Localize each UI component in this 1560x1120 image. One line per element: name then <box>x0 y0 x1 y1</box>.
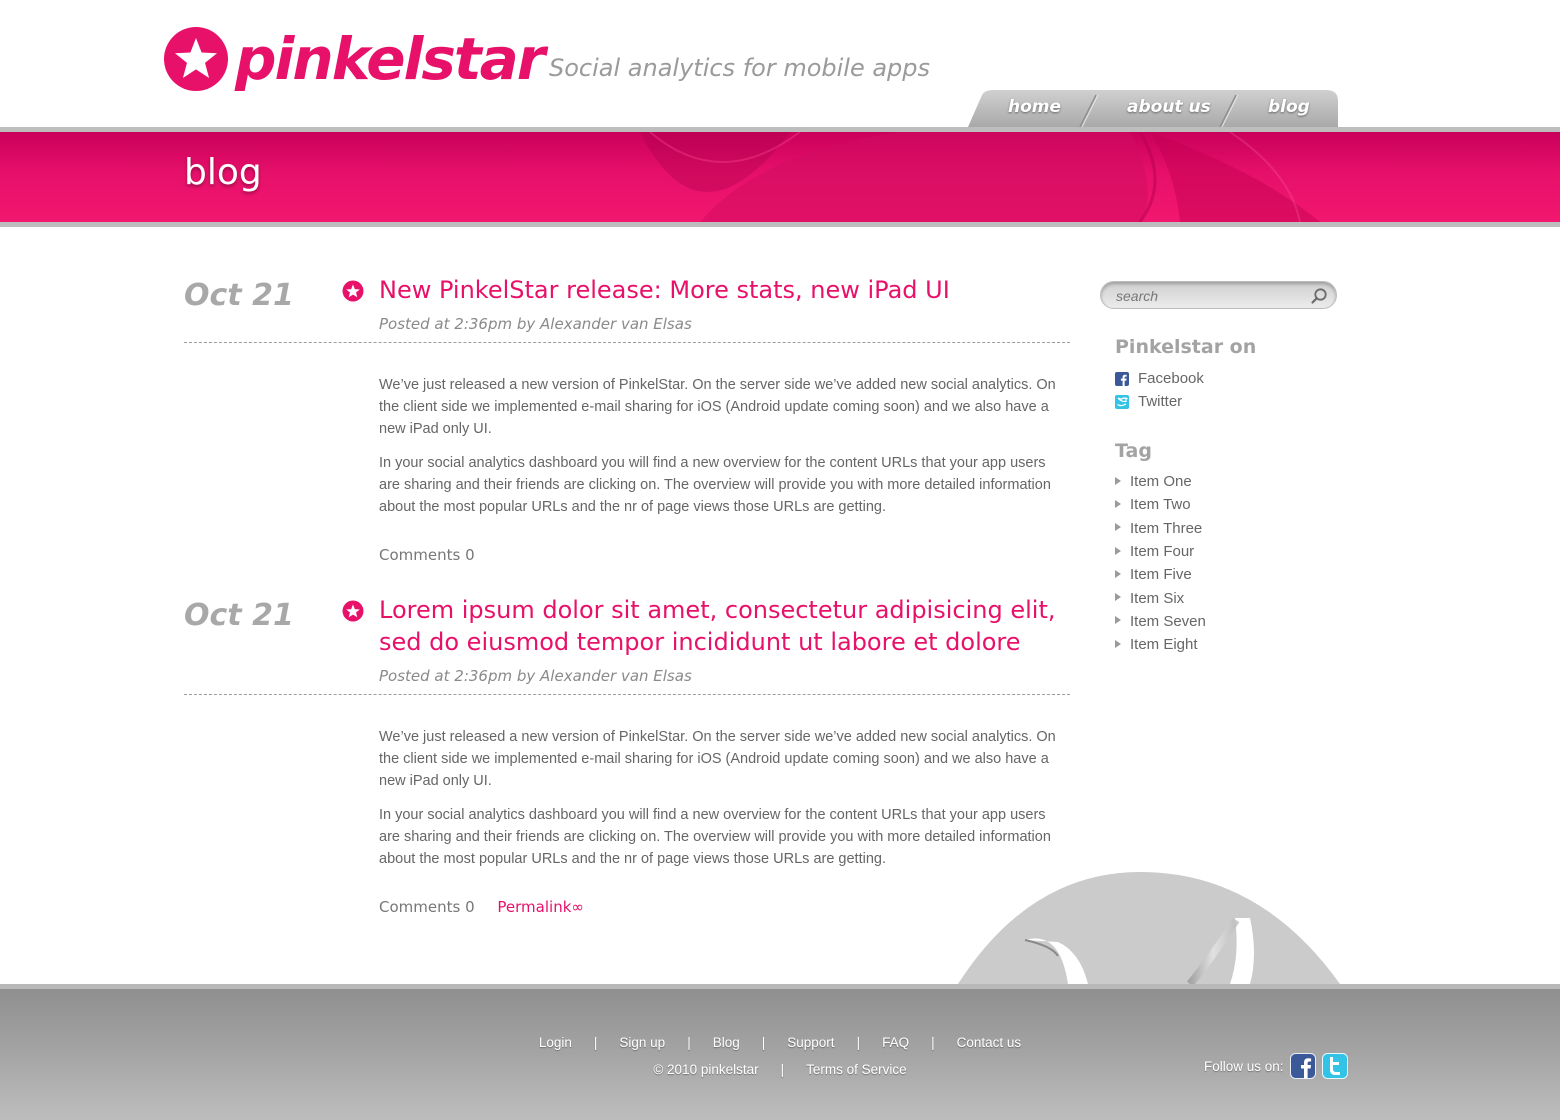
post-date: Oct 21 <box>184 278 294 313</box>
social-link-facebook[interactable]: Facebook <box>1115 367 1204 390</box>
arrow-right-icon <box>1115 569 1121 578</box>
footer-link-support[interactable]: Support <box>787 1035 834 1050</box>
nav-blog[interactable]: blog <box>1268 97 1310 117</box>
social-label: Facebook <box>1138 370 1204 387</box>
facebook-icon[interactable] <box>1289 1053 1316 1079</box>
page-title: blog <box>184 152 262 193</box>
tag-item[interactable]: Item Seven <box>1115 610 1206 633</box>
post-divider <box>184 342 1070 343</box>
footer-separator: | <box>780 1062 785 1077</box>
post-body: We’ve just released a new version of Pin… <box>379 374 1069 530</box>
header: pinkelstar Social analytics for mobile a… <box>0 0 1560 128</box>
follow-label: Follow us on: <box>1204 1058 1284 1074</box>
follow-us: Follow us on: <box>1204 1053 1348 1079</box>
arrow-right-icon <box>1115 639 1121 648</box>
footer-link-terms[interactable]: Terms of Service <box>806 1062 907 1077</box>
arrow-right-icon <box>1115 593 1121 602</box>
tag-item[interactable]: Item Four <box>1115 540 1206 563</box>
footer-separator: | <box>931 1035 935 1050</box>
social-list: Facebook Twitter <box>1115 367 1204 413</box>
decorative-star-arc <box>958 872 1340 984</box>
banner-bottom-border <box>0 222 1560 227</box>
tag-label: Item Two <box>1130 496 1191 514</box>
post-meta: Posted at 2:36pm by Alexander van Elsas <box>379 315 692 333</box>
post-title-link[interactable]: New PinkelStar release: More stats, new … <box>379 274 1069 306</box>
post-star-icon <box>342 280 364 302</box>
main-nav: home about us blog <box>968 89 1340 129</box>
tag-item[interactable]: Item Two <box>1115 493 1206 516</box>
permalink-link[interactable]: Permalink∞ <box>497 898 583 916</box>
twitter-icon <box>1115 394 1129 409</box>
footer-link-contact-us[interactable]: Contact us <box>957 1035 1022 1050</box>
arrow-right-icon <box>1115 476 1121 485</box>
logo-wordmark: pinkelstar <box>235 25 545 93</box>
facebook-icon <box>1115 371 1129 386</box>
footer-link-faq[interactable]: FAQ <box>882 1035 909 1050</box>
tag-label: Item Five <box>1130 566 1192 584</box>
arrow-right-icon <box>1115 616 1121 625</box>
site-tagline: Social analytics for mobile apps <box>549 54 931 82</box>
comments-link[interactable]: Comments 0 <box>379 898 475 916</box>
footer-separator: | <box>761 1035 766 1050</box>
post-paragraph: We’ve just released a new version of Pin… <box>379 729 1056 789</box>
social-link-twitter[interactable]: Twitter <box>1115 390 1204 413</box>
tag-label: Item Three <box>1130 519 1203 537</box>
tag-item[interactable]: Item Eight <box>1115 633 1206 656</box>
nav-about-us[interactable]: about us <box>1127 97 1211 117</box>
tag-label: Item Six <box>1130 589 1185 607</box>
search-input[interactable] <box>1116 286 1306 306</box>
arrow-right-icon <box>1115 499 1121 508</box>
search-icon[interactable] <box>1309 286 1329 306</box>
copyright-text: © 2010 pinkelstar <box>653 1062 759 1077</box>
comments-link[interactable]: Comments 0 <box>379 546 475 564</box>
search-box <box>1100 281 1337 309</box>
post-divider <box>184 694 1070 695</box>
tag-list: Item One Item Two Item Three Item Four I… <box>1115 470 1206 656</box>
footer-separator: | <box>856 1035 861 1050</box>
social-heading: Pinkelstar on <box>1115 336 1257 358</box>
tag-label: Item Seven <box>1130 612 1206 630</box>
blog-post: Oct 21 Lorem ipsum dolor sit amet, conse… <box>184 596 1070 928</box>
footer-link-sign-up[interactable]: Sign up <box>619 1035 665 1050</box>
post-star-icon <box>342 600 364 622</box>
footer: Login | Sign up | Blog | Support | FAQ |… <box>0 989 1560 1120</box>
footer-separator: | <box>687 1035 691 1050</box>
social-label: Twitter <box>1138 393 1183 410</box>
tag-label: Item Eight <box>1130 636 1198 654</box>
tag-item[interactable]: Item Five <box>1115 563 1206 586</box>
footer-separator: | <box>593 1035 598 1050</box>
logo-star-icon <box>164 27 228 91</box>
post-paragraph: We’ve just released a new version of Pin… <box>379 377 1056 437</box>
footer-link-login[interactable]: Login <box>539 1035 572 1050</box>
tag-label: Item Four <box>1130 543 1195 561</box>
footer-links: Login | Sign up | Blog | Support | FAQ |… <box>0 1035 1560 1050</box>
post-paragraph: In your social analytics dashboard you w… <box>379 455 1051 515</box>
nav-home[interactable]: home <box>1008 97 1061 117</box>
twitter-icon[interactable] <box>1321 1053 1348 1079</box>
post-footer: Comments 0 Permalink∞ <box>379 898 584 916</box>
tag-label: Item One <box>1130 473 1192 491</box>
post-body: We’ve just released a new version of Pin… <box>379 726 1069 882</box>
post-title-link[interactable]: Lorem ipsum dolor sit amet, consectetur … <box>379 594 1069 658</box>
blog-post: Oct 21 New PinkelStar release: More stat… <box>184 276 1070 568</box>
arrow-right-icon <box>1115 546 1121 555</box>
post-date: Oct 21 <box>184 598 294 633</box>
arrow-right-icon <box>1115 523 1121 532</box>
tag-item[interactable]: Item Six <box>1115 586 1206 609</box>
page-banner: blog <box>0 132 1560 222</box>
post-meta: Posted at 2:36pm by Alexander van Elsas <box>379 667 692 685</box>
footer-link-blog[interactable]: Blog <box>713 1035 740 1050</box>
post-footer: Comments 0 <box>379 546 475 564</box>
tag-item[interactable]: Item One <box>1115 470 1206 493</box>
logo[interactable]: pinkelstar <box>163 25 545 93</box>
tag-heading: Tag <box>1115 440 1152 462</box>
tag-item[interactable]: Item Three <box>1115 517 1206 540</box>
